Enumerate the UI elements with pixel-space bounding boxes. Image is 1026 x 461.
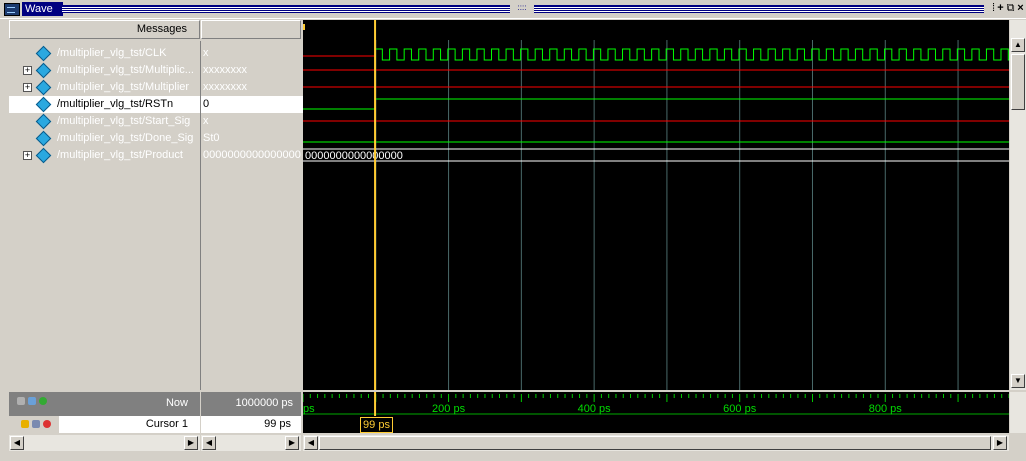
waveform-pane[interactable]: 0000000000000000: [303, 20, 1009, 390]
signal-name: /multiplier_vlg_tst/CLK: [57, 47, 167, 59]
names-scroll-left-button[interactable]: ◀: [10, 436, 24, 450]
values-scroll-right-button[interactable]: ▶: [285, 436, 299, 450]
window-title: Wave: [22, 2, 63, 16]
now-row: Now: [9, 392, 200, 416]
vertical-scrollbar[interactable]: ▲ ▼: [1010, 20, 1026, 390]
signal-diamond-icon: [35, 147, 52, 164]
signal-row[interactable]: + /multiplier_vlg_tst/Multiplier: [9, 79, 200, 96]
signal-row[interactable]: /multiplier_vlg_tst/RSTn: [9, 96, 200, 113]
cursor-flag[interactable]: 99 ps: [360, 417, 393, 433]
signal-diamond-icon: [35, 130, 52, 147]
wrench-icon[interactable]: [32, 420, 40, 428]
ruler-label: 200 ps: [432, 403, 466, 415]
signal-name: /multiplier_vlg_tst/RSTn: [57, 98, 174, 110]
add-cursor-icon[interactable]: [39, 397, 47, 405]
now-value: 1000000 ps: [235, 397, 294, 409]
signal-name: /multiplier_vlg_tst/Product: [57, 149, 183, 161]
signal-row[interactable]: /multiplier_vlg_tst/Start_Sig: [9, 113, 200, 130]
now-edit-icon[interactable]: [28, 397, 36, 405]
signal-value[interactable]: 0000000000000000: [201, 147, 303, 164]
signal-diamond-icon: [35, 96, 52, 113]
expand-icon[interactable]: +: [23, 151, 32, 160]
lock-icon[interactable]: [21, 420, 29, 428]
wave-scroll-thumb[interactable]: [319, 436, 991, 450]
cursor-row[interactable]: Cursor 1: [9, 416, 200, 433]
values-hscrollbar[interactable]: ◀ ▶: [201, 435, 301, 451]
signal-name: /multiplier_vlg_tst/Start_Sig: [57, 115, 191, 127]
grip-handle-icon[interactable]: ::::: [510, 3, 534, 13]
names-scroll-right-button[interactable]: ▶: [184, 436, 198, 450]
signal-diamond-icon: [35, 62, 52, 79]
wave-window-icon: [4, 3, 20, 16]
wave-hscrollbar[interactable]: ◀ ▶: [303, 435, 1009, 451]
wave-scroll-left-button[interactable]: ◀: [304, 436, 318, 450]
scroll-down-button[interactable]: ▼: [1011, 374, 1025, 388]
signal-row[interactable]: + /multiplier_vlg_tst/Multiplic...: [9, 62, 200, 79]
signal-value[interactable]: x: [201, 45, 303, 62]
signal-value[interactable]: St0: [201, 130, 303, 147]
signal-row[interactable]: /multiplier_vlg_tst/CLK: [9, 45, 200, 62]
cursor-name-cell[interactable]: Cursor 1: [59, 416, 200, 433]
cursor-label: Cursor 1: [145, 418, 188, 430]
ruler-label: 600 ps: [723, 403, 757, 415]
ruler-label: 400 ps: [578, 403, 612, 415]
now-tool-icon[interactable]: [17, 397, 25, 405]
title-bar[interactable]: Wave :::: ⁞ + ⧉ ×: [0, 0, 1026, 19]
close-icon[interactable]: ×: [1015, 2, 1026, 14]
values-scroll-left-button[interactable]: ◀: [202, 436, 216, 450]
wave-scroll-right-button[interactable]: ▶: [993, 436, 1007, 450]
waveform-canvas[interactable]: 0000000000000000: [303, 20, 1009, 390]
expand-icon[interactable]: +: [23, 83, 32, 92]
signal-diamond-icon: [35, 113, 52, 130]
scroll-corner: [1010, 392, 1026, 433]
signal-name: /multiplier_vlg_tst/Multiplier: [57, 81, 190, 93]
expand-icon[interactable]: +: [23, 66, 32, 75]
time-ruler-canvas[interactable]: ps 200 ps 400 ps 600 ps 800 ps: [302, 392, 1010, 416]
names-hscrollbar[interactable]: ◀ ▶: [9, 435, 200, 451]
values-header[interactable]: [201, 20, 301, 39]
signal-value[interactable]: xxxxxxxx: [201, 62, 303, 79]
cursor-bar[interactable]: 99 ps: [303, 416, 1009, 433]
signal-name-pane[interactable]: /multiplier_vlg_tst/CLK + /multiplier_vlg_…: [9, 41, 201, 390]
signal-value[interactable]: x: [201, 113, 303, 130]
messages-header[interactable]: Messages: [9, 20, 200, 39]
delete-cursor-icon[interactable]: [43, 420, 51, 428]
messages-header-label: Messages: [136, 23, 187, 35]
signal-row[interactable]: + /multiplier_vlg_tst/Product: [9, 147, 200, 164]
vertical-scroll-thumb[interactable]: [1011, 54, 1025, 110]
window-footer: [0, 452, 1026, 461]
signal-name: /multiplier_vlg_tst/Done_Sig: [57, 132, 194, 144]
cursor-value: 99 ps: [264, 418, 291, 430]
signal-name: /multiplier_vlg_tst/Multiplic...: [57, 64, 194, 76]
time-ruler[interactable]: ps 200 ps 400 ps 600 ps 800 ps: [302, 392, 1010, 416]
signal-diamond-icon: [35, 79, 52, 96]
ruler-label: 800 ps: [869, 403, 903, 415]
signal-value[interactable]: 0: [201, 96, 303, 113]
now-value-cell: 1000000 ps: [201, 392, 301, 416]
product-bus-label: 0000000000000000: [305, 150, 403, 162]
ruler-label: ps: [303, 403, 315, 415]
clk-wave: [374, 48, 1009, 61]
cursor-value-cell[interactable]: 99 ps: [201, 416, 301, 433]
now-label: Now: [165, 397, 188, 409]
signal-diamond-icon: [35, 45, 52, 62]
signal-value-pane[interactable]: x xxxxxxxx xxxxxxxx 0 x St0 0000000000000000: [201, 41, 303, 390]
signal-row[interactable]: /multiplier_vlg_tst/Done_Sig: [9, 130, 200, 147]
scroll-up-button[interactable]: ▲: [1011, 38, 1025, 52]
signal-value[interactable]: xxxxxxxx: [201, 79, 303, 96]
